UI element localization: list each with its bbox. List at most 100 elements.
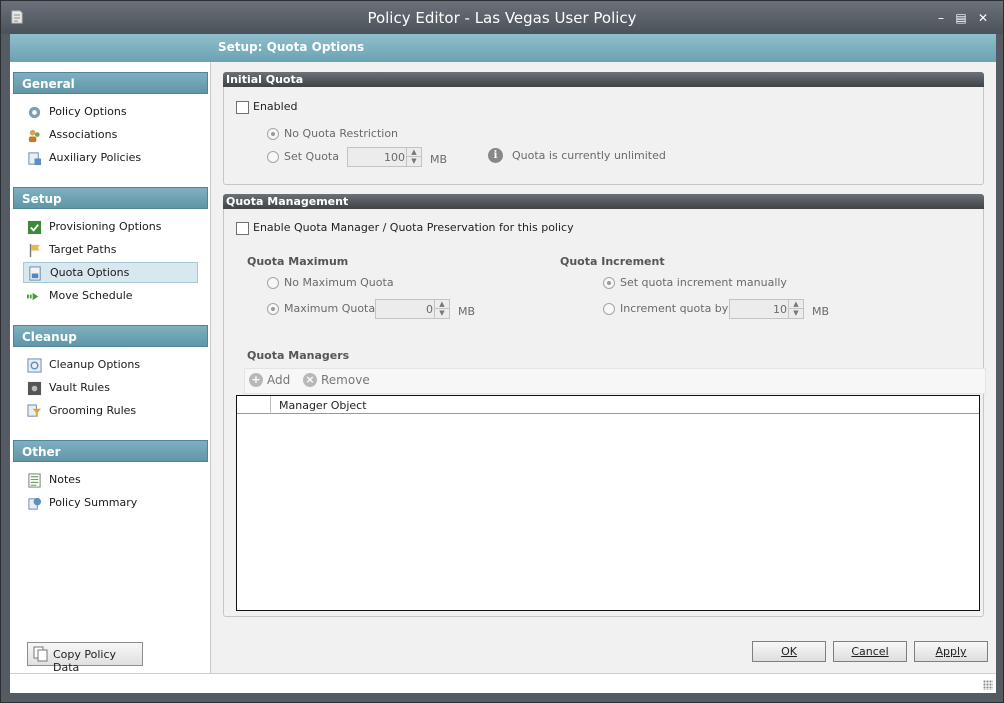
minimize-button[interactable]: – bbox=[933, 11, 949, 25]
enabled-label: Enabled bbox=[253, 100, 298, 113]
apply-button[interactable]: Apply bbox=[914, 641, 988, 662]
spin-up-icon[interactable]: ▲ bbox=[407, 148, 421, 157]
enable-quota-manager-checkbox[interactable] bbox=[236, 222, 249, 235]
remove-label: Remove bbox=[321, 373, 370, 387]
column-manager-object[interactable]: Manager Object bbox=[279, 399, 367, 412]
resize-grip-icon[interactable] bbox=[983, 680, 993, 690]
notes-icon bbox=[28, 473, 41, 488]
sidebar-item-label: Grooming Rules bbox=[49, 404, 137, 417]
policy-editor-window: Policy Editor - Las Vegas User Policy – … bbox=[0, 0, 1004, 703]
apply-label: Apply bbox=[935, 645, 967, 658]
set-quota-stepper[interactable]: 100 ▲ ▼ bbox=[347, 147, 422, 167]
cancel-label: Cancel bbox=[851, 645, 889, 658]
sidebar-item-label: Associations bbox=[49, 128, 118, 141]
close-button[interactable]: ✕ bbox=[975, 11, 991, 25]
increment-quota-stepper[interactable]: 10 ▲ ▼ bbox=[729, 299, 804, 319]
vault-icon bbox=[27, 381, 42, 396]
add-label: Add bbox=[267, 373, 291, 387]
sidebar-item-provisioning-options[interactable]: Provisioning Options bbox=[23, 217, 198, 238]
set-increment-manually-label: Set quota increment manually bbox=[620, 276, 787, 289]
maximum-quota-radio[interactable] bbox=[267, 303, 279, 315]
group-other[interactable]: Other bbox=[13, 440, 208, 462]
sidebar-item-label: Notes bbox=[49, 473, 81, 486]
sidebar-item-notes[interactable]: Notes bbox=[23, 470, 198, 491]
maximum-quota-unit: MB bbox=[458, 305, 476, 318]
set-increment-manually-radio[interactable] bbox=[603, 277, 615, 289]
sidebar-item-target-paths[interactable]: Target Paths bbox=[23, 240, 198, 261]
no-maximum-quota-label: No Maximum Quota bbox=[284, 276, 394, 289]
set-quota-radio[interactable] bbox=[267, 151, 279, 163]
move-arrow-icon bbox=[27, 292, 39, 301]
no-maximum-quota-radio[interactable] bbox=[267, 277, 279, 289]
no-quota-restriction-radio[interactable] bbox=[267, 128, 279, 140]
remove-manager-button[interactable]: × Remove bbox=[303, 373, 370, 387]
sidebar-item-label: Quota Options bbox=[50, 266, 130, 279]
initial-quota-header: Initial Quota bbox=[223, 72, 984, 87]
group-cleanup[interactable]: Cleanup bbox=[13, 325, 208, 347]
sidebar-item-cleanup-options[interactable]: Cleanup Options bbox=[23, 355, 198, 376]
sidebar-item-policy-options[interactable]: Policy Options bbox=[23, 102, 198, 123]
sidebar-item-label: Move Schedule bbox=[49, 289, 133, 302]
enabled-checkbox[interactable] bbox=[236, 101, 249, 114]
group-general[interactable]: General bbox=[13, 72, 208, 94]
grid-corner[interactable] bbox=[237, 396, 271, 414]
increment-quota-unit: MB bbox=[812, 305, 830, 318]
increment-quota-by-radio[interactable] bbox=[603, 303, 615, 315]
spin-up-icon[interactable]: ▲ bbox=[789, 300, 803, 309]
sidebar-item-auxiliary-policies[interactable]: Auxiliary Policies bbox=[23, 148, 198, 169]
sidebar-item-label: Vault Rules bbox=[49, 381, 110, 394]
sidebar-item-label: Provisioning Options bbox=[49, 220, 162, 233]
filter-icon bbox=[27, 404, 42, 418]
maximum-quota-label: Maximum Quota bbox=[284, 302, 376, 315]
target-flag-icon bbox=[29, 243, 40, 258]
sidebar-item-label: Auxiliary Policies bbox=[49, 151, 142, 164]
spin-down-icon[interactable]: ▼ bbox=[435, 309, 449, 318]
set-quota-label: Set Quota bbox=[284, 150, 339, 163]
users-icon bbox=[28, 129, 40, 143]
title-bar[interactable]: Policy Editor - Las Vegas User Policy – … bbox=[1, 1, 1003, 34]
increment-quota-by-label: Increment quota by bbox=[620, 302, 729, 315]
cleanup-icon bbox=[27, 358, 42, 373]
spin-up-icon[interactable]: ▲ bbox=[435, 300, 449, 309]
ok-button[interactable]: OK bbox=[752, 641, 826, 662]
sidebar-item-policy-summary[interactable]: Policy Summary bbox=[23, 493, 198, 514]
no-quota-restriction-label: No Quota Restriction bbox=[284, 127, 399, 140]
gear-icon bbox=[28, 106, 41, 119]
green-check-icon bbox=[27, 220, 42, 235]
spin-down-icon[interactable]: ▼ bbox=[789, 309, 803, 318]
sidebar-item-move-schedule[interactable]: Move Schedule bbox=[23, 286, 198, 307]
quota-doc-icon bbox=[29, 266, 41, 281]
ok-label: OK bbox=[781, 645, 797, 658]
copy-icon bbox=[33, 646, 48, 662]
spin-down-icon[interactable]: ▼ bbox=[407, 157, 421, 166]
maximize-button[interactable]: ▤ bbox=[953, 11, 969, 25]
maximum-quota-stepper[interactable]: 0 ▲ ▼ bbox=[375, 299, 450, 319]
policy-doc-icon bbox=[28, 152, 42, 166]
sidebar-item-label: Policy Options bbox=[49, 105, 127, 118]
grid-header: Manager Object bbox=[237, 396, 979, 414]
sidebar-item-label: Cleanup Options bbox=[49, 358, 141, 371]
sidebar-item-label: Target Paths bbox=[49, 243, 117, 256]
group-setup[interactable]: Setup bbox=[13, 187, 208, 209]
info-icon: i bbox=[488, 148, 503, 163]
sidebar-item-grooming-rules[interactable]: Grooming Rules bbox=[23, 401, 198, 422]
client-area: Setup: Quota Options General Policy Opti… bbox=[10, 34, 996, 674]
copy-policy-data-label: Copy Policy Data bbox=[53, 648, 117, 674]
cancel-button[interactable]: Cancel bbox=[833, 641, 907, 662]
remove-icon: × bbox=[303, 373, 317, 387]
increment-quota-value: 10 bbox=[773, 303, 787, 316]
page-header: Setup: Quota Options bbox=[10, 34, 996, 62]
add-icon: + bbox=[249, 373, 263, 387]
add-manager-button[interactable]: + Add bbox=[249, 373, 290, 387]
quota-info-text: Quota is currently unlimited bbox=[512, 149, 666, 162]
sidebar-item-quota-options[interactable]: Quota Options bbox=[23, 262, 198, 283]
page-title: Setup: Quota Options bbox=[218, 40, 365, 54]
quota-management-header: Quota Management bbox=[223, 194, 984, 209]
sidebar-item-associations[interactable]: Associations bbox=[23, 125, 198, 146]
sidebar-item-vault-rules[interactable]: Vault Rules bbox=[23, 378, 198, 399]
summary-icon bbox=[28, 497, 42, 510]
copy-policy-data-button[interactable]: Copy Policy Data bbox=[27, 642, 143, 674]
quota-maximum-title: Quota Maximum bbox=[247, 255, 349, 268]
managers-grid[interactable]: Manager Object bbox=[236, 395, 980, 611]
set-quota-value: 100 bbox=[384, 151, 405, 164]
